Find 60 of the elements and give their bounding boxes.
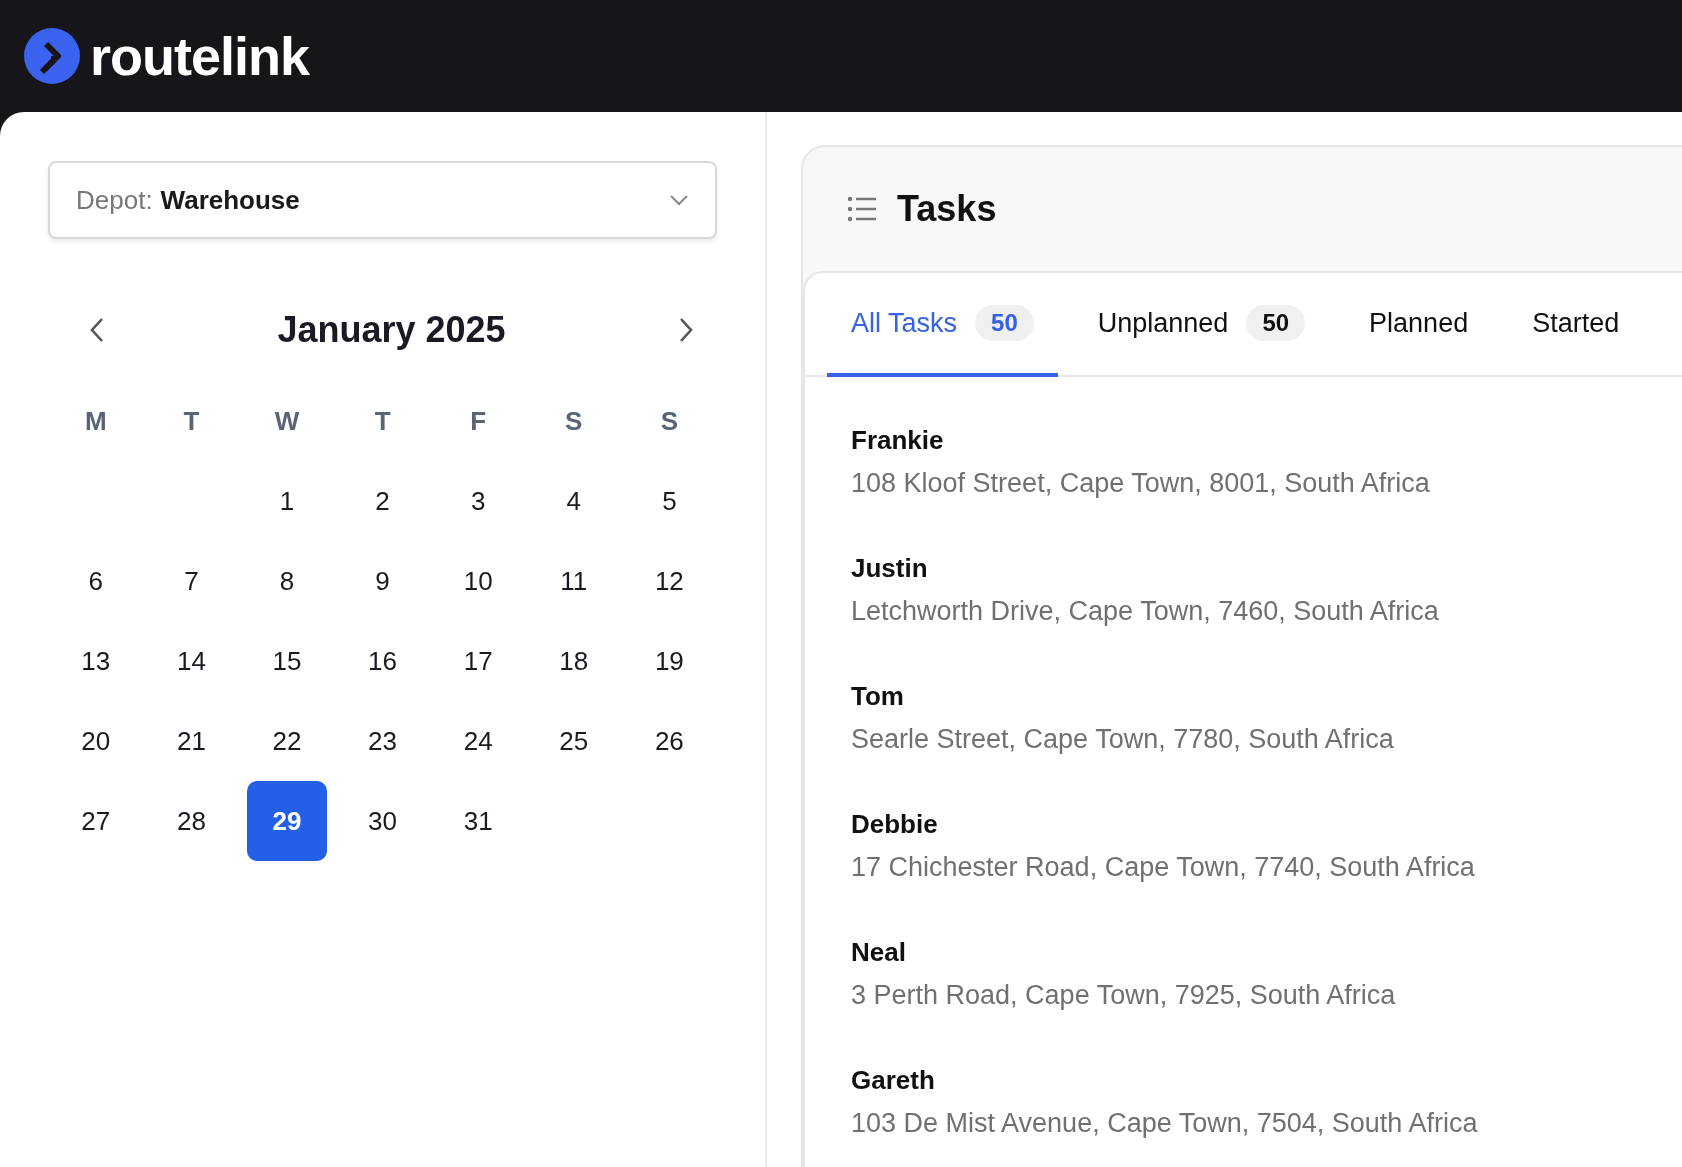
- calendar-day[interactable]: 22: [247, 701, 327, 781]
- list-icon: [847, 196, 877, 222]
- calendar-day[interactable]: 29: [247, 781, 327, 861]
- tab[interactable]: All Tasks 50: [827, 273, 1058, 377]
- task-name: Neal: [851, 937, 907, 968]
- calendar-day[interactable]: 6: [55, 541, 136, 621]
- weekday-label: F: [470, 405, 487, 437]
- calendar-day[interactable]: 14: [151, 621, 232, 701]
- depot-dropdown[interactable]: Depot: Warehouse: [48, 161, 717, 239]
- calendar-day[interactable]: 9: [342, 541, 423, 621]
- weekday-label: T: [183, 405, 200, 437]
- calendar-day[interactable]: 18: [533, 621, 614, 701]
- calendar-day[interactable]: 23: [342, 701, 423, 781]
- calendar-day[interactable]: 7: [151, 541, 232, 621]
- calendar-day[interactable]: 26: [629, 701, 710, 781]
- calendar-day[interactable]: 11: [533, 541, 614, 621]
- calendar-day[interactable]: 25: [533, 701, 614, 781]
- weekday-label: W: [274, 405, 300, 437]
- calendar-day[interactable]: 12: [629, 541, 710, 621]
- task-address: Letchworth Drive, Cape Town, 7460, South Africa: [851, 596, 1440, 627]
- task-address: 103 De Mist Avenue, Cape Town, 7504, South Africa: [851, 1108, 1479, 1139]
- calendar-day[interactable]: 20: [55, 701, 136, 781]
- calendar-day[interactable]: 17: [438, 621, 519, 701]
- task-address: 17 Chichester Road, Cape Town, 7740, South Africa: [851, 852, 1476, 883]
- calendar-day[interactable]: 24: [438, 701, 519, 781]
- tab[interactable]: Planned: [1345, 273, 1493, 377]
- calendar-day[interactable]: 31: [438, 781, 519, 861]
- task-name: Gareth: [851, 1065, 936, 1096]
- task-address: 3 Perth Road, Cape Town, 7925, South Africa: [851, 980, 1397, 1011]
- calendar-day[interactable]: 8: [247, 541, 327, 621]
- weekday-label: T: [374, 405, 391, 437]
- calendar-day[interactable]: 27: [55, 781, 136, 861]
- task-name: Justin: [851, 553, 929, 584]
- logo-text: routelink: [90, 25, 310, 87]
- calendar-day[interactable]: 3: [438, 461, 519, 541]
- weekday-label: M: [84, 405, 107, 437]
- task-address: Searle Street, Cape Town, 7780, South Africa: [851, 724, 1395, 755]
- month-title: January 2025: [277, 309, 506, 351]
- calendar-day[interactable]: 15: [247, 621, 327, 701]
- calendar-day[interactable]: 30: [342, 781, 423, 861]
- calendar-day[interactable]: 19: [629, 621, 710, 701]
- calendar-day[interactable]: 1: [247, 461, 327, 541]
- task-name: Frankie: [851, 425, 945, 456]
- calendar-day[interactable]: 13: [55, 621, 136, 701]
- calendar-day[interactable]: 5: [629, 461, 710, 541]
- calendar-day[interactable]: 28: [151, 781, 232, 861]
- calendar-day[interactable]: 4: [533, 461, 614, 541]
- tab[interactable]: Unplanned 50: [1073, 273, 1330, 377]
- calendar-day[interactable]: 16: [342, 621, 423, 701]
- tab[interactable]: Started: [1508, 273, 1644, 377]
- panel-title: Tasks: [897, 188, 997, 230]
- weekday-label: S: [565, 405, 583, 437]
- task-name: Debbie: [851, 809, 939, 840]
- calendar-day[interactable]: 21: [151, 701, 232, 781]
- calendar-day[interactable]: 10: [438, 541, 519, 621]
- task-name: Tom: [851, 681, 905, 712]
- task-address: 108 Kloof Street, Cape Town, 8001, South Africa: [851, 468, 1431, 499]
- calendar-day[interactable]: 2: [342, 461, 423, 541]
- chevron-down-icon: [669, 194, 689, 206]
- weekday-label: S: [660, 405, 679, 437]
